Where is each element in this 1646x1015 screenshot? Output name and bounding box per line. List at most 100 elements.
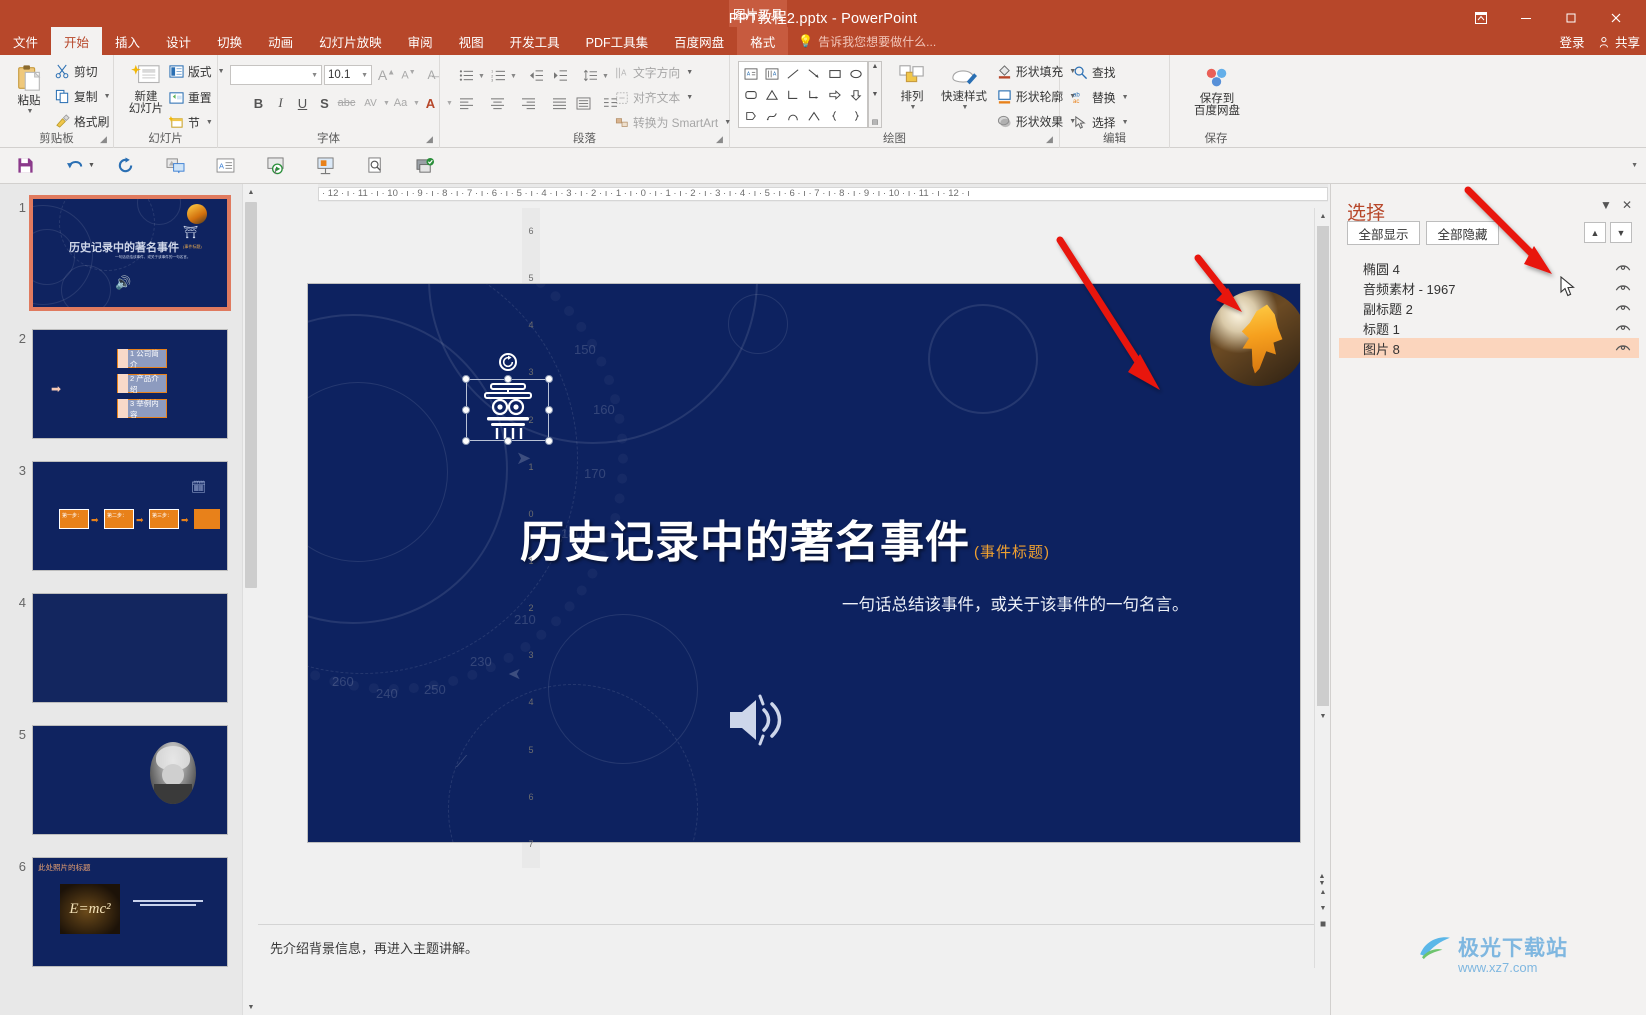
hide-all-button[interactable]: 全部隐藏 (1426, 221, 1499, 245)
font-color-button[interactable]: A (420, 93, 441, 113)
select-caret-icon[interactable]: ▼ (1122, 119, 1129, 126)
shape-arrow-icon[interactable] (803, 63, 824, 84)
resize-handle-s[interactable] (503, 437, 512, 445)
justify-icon[interactable] (549, 93, 570, 113)
close-icon[interactable]: ✕ (1622, 198, 1632, 212)
font-dialog-launcher[interactable]: ◢ (424, 134, 435, 145)
shape-right-brace-icon[interactable] (845, 105, 866, 126)
thumbnail-item-4[interactable]: 4 (10, 593, 228, 703)
selection-item-ellipse-4[interactable]: 椭圆 4 (1339, 258, 1639, 278)
shape-elbow-connector-icon[interactable] (782, 84, 803, 105)
arrange-caret-icon[interactable]: ▼ (910, 104, 917, 111)
quick-styles-button[interactable]: 快速样式 ▼ (936, 61, 992, 113)
resize-handle-ne[interactable] (545, 375, 553, 383)
shapes-gallery[interactable]: A A (738, 61, 868, 128)
sign-in-link[interactable]: 登录 (1559, 32, 1584, 51)
slideshow-icon[interactable] (251, 151, 301, 181)
thumbnail-slide-4[interactable] (32, 593, 228, 703)
slide-scroll-down-icon[interactable]: ▼ (1315, 708, 1331, 724)
decrease-indent-icon[interactable] (526, 65, 547, 85)
tab-home[interactable]: 开始 (51, 27, 103, 55)
shapes-gallery-more-icon[interactable]: ▤ (872, 118, 879, 126)
reset-button[interactable]: 重置 (166, 88, 215, 107)
selected-shape-frame[interactable] (462, 353, 553, 445)
undo-caret-icon[interactable]: ▼ (88, 162, 95, 169)
tab-slideshow[interactable]: 幻灯片放映 (306, 27, 395, 55)
columns-icon[interactable] (600, 93, 621, 113)
thumbnail-item-6[interactable]: 6 此处照片的标题 Ε=mc² (10, 857, 228, 967)
selection-item-audio-1967[interactable]: 音频素材 - 1967 (1339, 278, 1639, 298)
selection-item-picture-8[interactable]: 图片 8 (1339, 338, 1639, 358)
eye-visible-icon[interactable] (1615, 261, 1631, 274)
align-left-icon[interactable] (456, 93, 477, 113)
shape-rounded-rect-icon[interactable] (740, 84, 761, 105)
shape-down-arrow-icon[interactable] (845, 84, 866, 105)
new-slide-button[interactable]: 新建 幻灯片 (122, 61, 170, 118)
slide-title[interactable]: 历史记录中的著名事件 (事件标题) (520, 506, 1050, 570)
rotate-handle-icon[interactable] (498, 353, 517, 371)
thumbnail-item-3[interactable]: 3 🗓 第一步： ➡ 第二步： ➡ 第三步： ➡ (10, 461, 228, 571)
resize-handle-n[interactable] (503, 375, 512, 383)
share-button[interactable]: 共享 (1599, 32, 1640, 51)
shape-textbox-icon[interactable]: A (740, 63, 761, 84)
eye-visible-icon[interactable] (1615, 281, 1631, 294)
notes-text[interactable]: 先介绍背景信息，再进入主题讲解。 (270, 938, 478, 957)
print-preview-icon[interactable] (351, 151, 401, 181)
autumn-leaf-picture[interactable] (1210, 290, 1300, 386)
resize-handle-e[interactable] (545, 406, 553, 414)
save-icon[interactable] (0, 151, 50, 181)
align-right-icon[interactable] (518, 93, 539, 113)
align-text-caret-icon[interactable]: ▼ (686, 94, 693, 101)
bold-button[interactable]: B (248, 93, 269, 113)
move-up-icon[interactable]: ▲ (1584, 222, 1606, 243)
tab-file[interactable]: 文件 (0, 27, 51, 55)
thumbnail-slide-1[interactable]: ⛩ 历史记录中的著名事件 (事件标题) 一句话总结该事件，或关于该事件的一句名言… (29, 195, 231, 311)
thumbnail-item-1[interactable]: 1 ⛩ 历史记录中的著名事件 (事件标题) 一句话总结该事件，或关于该事件的一句… (10, 195, 231, 311)
quick-styles-caret-icon[interactable]: ▼ (962, 104, 969, 111)
shape-right-arrow-icon[interactable] (824, 84, 845, 105)
pane-resize-up-icon[interactable]: ▲ (1319, 873, 1326, 880)
slide-thumbnail-pane[interactable]: 1 ⛩ 历史记录中的著名事件 (事件标题) 一句话总结该事件，或关于该事件的一句… (0, 184, 258, 1015)
tab-developer[interactable]: 开发工具 (497, 27, 573, 55)
strikethrough-button[interactable]: abc (336, 93, 357, 113)
eye-visible-icon[interactable] (1615, 301, 1631, 314)
find-button[interactable]: 查找 (1070, 63, 1119, 82)
font-size-combo[interactable]: 10.1 ▼ (324, 65, 372, 85)
save-to-baidu-button[interactable]: 保存到 百度网盘 (1186, 63, 1248, 120)
decrease-font-size-icon[interactable]: A▼ (398, 65, 419, 85)
selection-item-subtitle-2[interactable]: 副标题 2 (1339, 298, 1639, 318)
numbering-caret-icon[interactable]: ▼ (510, 73, 517, 80)
cut-button[interactable]: 剪切 (52, 62, 101, 81)
tab-transitions[interactable]: 切换 (204, 27, 255, 55)
tab-animations[interactable]: 动画 (255, 27, 306, 55)
italic-button[interactable]: I (270, 93, 291, 113)
font-name-caret-icon[interactable]: ▼ (311, 72, 318, 79)
thumbnail-scrollbar[interactable]: ▲ ▼ (242, 184, 259, 1015)
shape-left-brace-icon[interactable] (824, 105, 845, 126)
shape-triangle-icon[interactable] (761, 84, 782, 105)
move-down-icon[interactable]: ▼ (1610, 222, 1632, 243)
presenter-view-icon[interactable] (301, 151, 351, 181)
line-spacing-icon[interactable] (580, 65, 601, 85)
copy-button[interactable]: 复制 ▼ (52, 87, 114, 106)
numbered-list-icon[interactable]: 123 (488, 65, 509, 85)
thumbnail-slide-2[interactable]: ➡ 1 公司简介 2 产品介绍 3 举例内容 (32, 329, 228, 439)
resize-handle-w[interactable] (462, 406, 470, 414)
shapes-gallery-scroll[interactable]: ▲ ▼ ▤ (868, 61, 882, 128)
distribute-icon[interactable] (573, 93, 594, 113)
tab-baidu-netdisk[interactable]: 百度网盘 (661, 27, 737, 55)
thumbnail-scroll-down-icon[interactable]: ▼ (243, 999, 259, 1015)
shapes-scroll-up-icon[interactable]: ▲ (872, 63, 879, 70)
chevron-down-icon[interactable]: ▼ (1600, 198, 1612, 212)
line-spacing-caret-icon[interactable]: ▼ (602, 73, 609, 80)
resize-handle-nw[interactable] (462, 375, 470, 383)
format-painter-button[interactable]: 格式刷 (52, 112, 112, 131)
shape-freeform-icon[interactable] (761, 105, 782, 126)
show-all-button[interactable]: 全部显示 (1347, 221, 1420, 245)
text-direction-button[interactable]: A 文字方向 ▼ (612, 63, 696, 82)
speaker-audio-icon[interactable] (726, 694, 790, 746)
underline-button[interactable]: U (292, 93, 313, 113)
thumbnail-slide-5[interactable] (32, 725, 228, 835)
compress-picture-icon[interactable] (401, 151, 451, 181)
font-size-caret-icon[interactable]: ▼ (361, 72, 368, 79)
